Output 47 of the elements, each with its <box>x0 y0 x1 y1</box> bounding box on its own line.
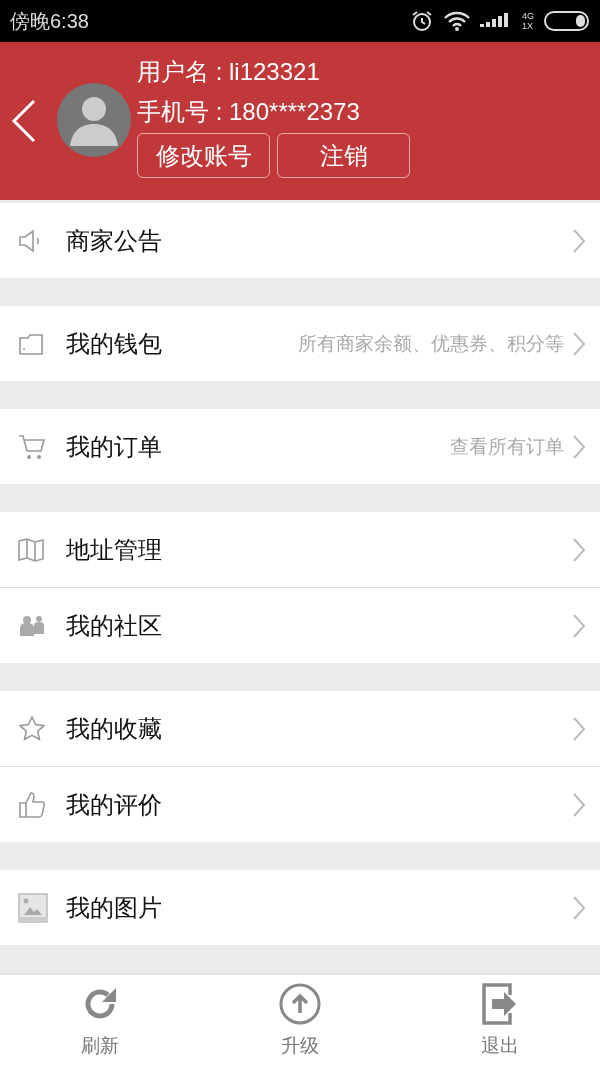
menu-row[interactable]: 我的评价 <box>0 766 600 842</box>
menu-detail: 查看所有订单 <box>450 434 564 459</box>
wallet-icon <box>18 331 44 356</box>
chevron-icon <box>572 791 586 818</box>
cart-icon <box>18 432 46 461</box>
chevron-icon <box>572 894 586 921</box>
menu-row[interactable]: 我的图片 <box>0 870 600 945</box>
phone-text: 手机号 : 180****2373 <box>137 97 361 127</box>
menu-row[interactable]: 我的收藏 <box>0 691 600 766</box>
menu-label: 商家公告 <box>66 225 162 256</box>
menu-label: 我的钱包 <box>66 328 162 359</box>
battery-icon <box>544 11 590 31</box>
menu-row[interactable]: 我的钱包 所有商家余额、优惠券、积分等 <box>0 306 600 381</box>
people-icon <box>18 613 46 638</box>
menu-label: 我的图片 <box>66 892 162 923</box>
menu-label: 我的订单 <box>66 431 162 462</box>
chevron-icon <box>572 715 586 742</box>
menu-label: 我的收藏 <box>66 713 162 744</box>
wifi-icon <box>444 11 470 31</box>
chevron-icon <box>572 227 586 254</box>
exit-icon <box>482 983 518 1025</box>
chevron-icon <box>572 612 586 639</box>
header-button[interactable]: 修改账号 <box>137 133 270 178</box>
status-time: 傍晚6:38 <box>10 8 89 34</box>
menu-row[interactable]: 我的社区 <box>0 587 600 663</box>
menu-row[interactable]: 地址管理 <box>0 512 600 587</box>
menu-label: 我的评价 <box>66 789 162 820</box>
chevron-icon <box>572 536 586 563</box>
menu-row[interactable]: 我的订单 查看所有订单 <box>0 409 600 484</box>
alarm-icon <box>410 9 434 33</box>
header-button[interactable]: 注销 <box>277 133 410 178</box>
chevron-icon <box>572 433 586 460</box>
upload-icon <box>279 983 321 1025</box>
menu-row[interactable]: 商家公告 <box>0 203 600 278</box>
network-label: 4G <box>522 11 534 21</box>
thumbs-up-icon <box>18 790 46 819</box>
chevron-icon <box>572 330 586 357</box>
back-icon[interactable] <box>11 99 37 143</box>
menu-label: 地址管理 <box>66 534 162 565</box>
map-icon <box>18 536 44 563</box>
menu-label: 我的社区 <box>66 610 162 641</box>
star-icon <box>18 714 46 743</box>
image-icon <box>18 892 48 923</box>
menu-detail: 所有商家余额、优惠券、积分等 <box>298 331 564 356</box>
username-text: 用户名 : li123321 <box>137 57 321 87</box>
avatar-icon <box>57 83 131 157</box>
network-label: 1X <box>522 21 534 31</box>
